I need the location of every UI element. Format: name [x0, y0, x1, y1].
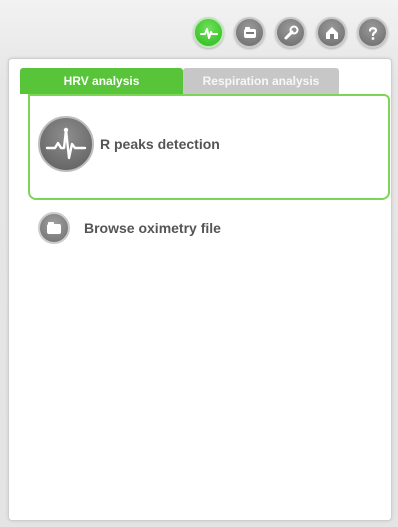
home-button[interactable]	[316, 17, 347, 48]
wrench-icon	[284, 25, 298, 39]
folder-button[interactable]	[234, 17, 265, 48]
heartbeat-icon	[199, 27, 218, 39]
folder-icon	[47, 222, 61, 234]
tab-respiration-analysis[interactable]: Respiration analysis	[183, 68, 339, 94]
home-icon	[325, 26, 338, 39]
settings-button[interactable]	[275, 17, 306, 48]
help-icon	[368, 26, 377, 40]
heartbeat-button[interactable]	[193, 17, 224, 48]
browse-oximetry-label[interactable]: Browse oximetry file	[84, 220, 221, 236]
browse-oximetry-row[interactable]: Browse oximetry file	[38, 212, 221, 244]
help-button[interactable]	[357, 17, 388, 48]
hrv-card: R peaks detection	[28, 94, 390, 200]
toolbar	[193, 17, 388, 48]
tab-hrv-analysis[interactable]: HRV analysis	[20, 68, 183, 94]
app-window: HRV analysis Respiration analysis R peak…	[0, 0, 398, 527]
ecg-icon	[45, 127, 87, 160]
folder-icon	[243, 26, 256, 38]
r-peaks-button[interactable]	[38, 116, 94, 172]
browse-button[interactable]	[38, 212, 70, 244]
analysis-tabs: HRV analysis Respiration analysis	[20, 68, 339, 94]
r-peaks-detection-label[interactable]: R peaks detection	[100, 136, 220, 152]
